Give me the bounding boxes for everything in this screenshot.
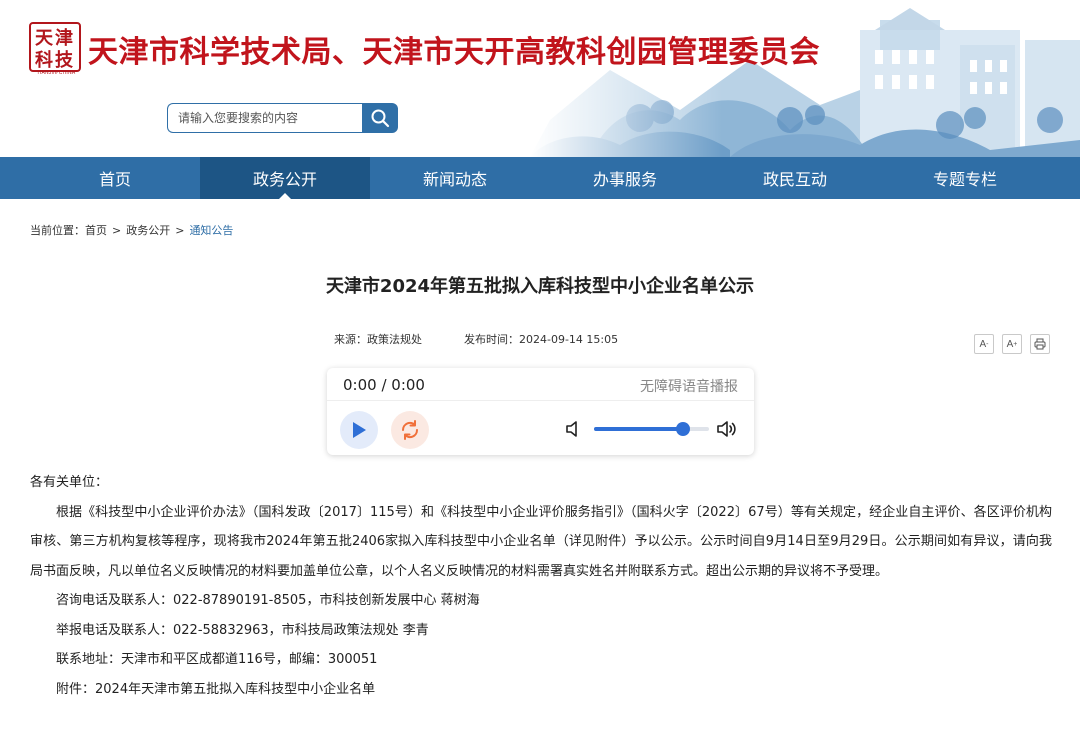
article-paragraph: 根据《科技型中小企业评价办法》（国科发政〔2017〕115号）和《科技型中小企业… xyxy=(30,504,1052,579)
search-bar xyxy=(167,103,398,133)
nav-item-home[interactable]: 首页 xyxy=(30,157,200,199)
audio-player: 0:00 / 0:00 无障碍语音播报 xyxy=(327,368,754,455)
site-title: 天津市科学技术局、天津市天开高教科创园管理委员会 xyxy=(88,35,820,70)
loop-icon xyxy=(401,420,419,440)
loop-button[interactable] xyxy=(391,411,429,449)
article-tools: A- A + xyxy=(974,334,1050,354)
volume-slider-handle[interactable] xyxy=(675,422,690,436)
font-larger-label: A xyxy=(1006,338,1014,350)
main-nav: 首页 政务公开 新闻动态 办事服务 政民互动 专题专栏 xyxy=(0,157,1080,199)
volume-slider-fill xyxy=(594,427,683,431)
print-icon xyxy=(1034,338,1046,350)
volume-max-button[interactable] xyxy=(716,418,738,444)
article-publish-time: 发布时间：2024-09-14 15:05 xyxy=(464,333,619,346)
search-button[interactable] xyxy=(362,103,398,133)
nav-item-news[interactable]: 新闻动态 xyxy=(370,157,540,199)
contact-report: 举报电话及联系人：022-58832963，市科技局政策法规处 李青 xyxy=(56,622,429,638)
article-salutation: 各有关单位： xyxy=(30,475,109,490)
font-smaller-button[interactable]: A- xyxy=(974,334,994,354)
contact-address: 联系地址：天津市和平区成都道116号，邮编：300051 xyxy=(56,652,378,667)
player-label: 无障碍语音播报 xyxy=(640,379,738,395)
attachment-link[interactable]: 附件：2024年天津市第五批拟入库科技型中小企业名单 xyxy=(30,675,1052,705)
volume-slider[interactable] xyxy=(594,422,709,436)
site-header: 天 津 科 技 TIANJIN·CHINA 天津市科学技术局、天津市天开高教科创… xyxy=(0,0,1080,157)
player-time: 0:00 / 0:00 xyxy=(343,376,425,394)
breadcrumb-separator: > xyxy=(112,224,122,237)
nav-item-special-topics[interactable]: 专题专栏 xyxy=(880,157,1050,199)
logo-caption: TIANJIN·CHINA xyxy=(36,70,76,76)
article-body: 各有关单位： 根据《科技型中小企业评价办法》（国科发政〔2017〕115号）和《… xyxy=(30,468,1052,704)
volume-high-icon xyxy=(717,421,736,437)
search-icon xyxy=(371,109,390,128)
article-title: 天津市2024年第五批拟入库科技型中小企业名单公示 xyxy=(325,276,755,297)
article-meta: 来源：政策法规处 发布时间：2024-09-14 15:05 xyxy=(334,331,618,347)
svg-text:津: 津 xyxy=(55,27,73,49)
svg-text:科: 科 xyxy=(35,49,53,71)
player-divider xyxy=(327,400,754,401)
breadcrumb-prefix: 当前位置： xyxy=(30,224,85,237)
nav-item-government-affairs[interactable]: 政务公开 xyxy=(200,157,370,199)
volume-mute-button[interactable] xyxy=(565,420,581,442)
svg-text:天: 天 xyxy=(35,28,54,49)
search-input[interactable] xyxy=(167,103,364,133)
header-landscape-illustration xyxy=(530,0,1080,157)
play-icon xyxy=(353,422,366,438)
breadcrumb-item-government-affairs[interactable]: 政务公开 xyxy=(126,222,170,238)
volume-low-icon xyxy=(566,421,577,437)
play-button[interactable] xyxy=(340,411,378,449)
font-smaller-label: A xyxy=(979,338,987,350)
breadcrumb-item-home[interactable]: 首页 xyxy=(85,222,107,238)
breadcrumb: 当前位置：首页 > 政务公开 > 通知公告 xyxy=(30,222,233,238)
svg-text:技: 技 xyxy=(55,49,74,71)
nav-item-services[interactable]: 办事服务 xyxy=(540,157,710,199)
breadcrumb-item-notices[interactable]: 通知公告 xyxy=(189,222,233,238)
breadcrumb-separator: > xyxy=(175,224,185,237)
print-button[interactable] xyxy=(1030,334,1050,354)
article-source: 来源：政策法规处 xyxy=(334,333,422,346)
font-larger-button[interactable]: A + xyxy=(1002,334,1022,354)
contact-consult: 咨询电话及联系人：022-87890191-8505，市科技创新发展中心 蒋树海 xyxy=(56,593,480,608)
nav-item-interaction[interactable]: 政民互动 xyxy=(710,157,880,199)
